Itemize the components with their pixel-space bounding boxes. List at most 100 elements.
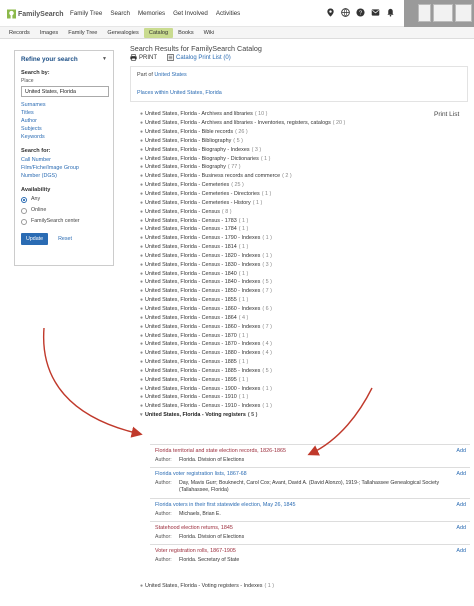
- subject-list-item[interactable]: ● United States, Florida - Census - 1840(…: [140, 269, 430, 278]
- subject-list-item[interactable]: ● United States, Florida - Archives and l…: [140, 119, 430, 128]
- subject-count: ( 1 ): [262, 235, 272, 242]
- subject-list-item[interactable]: ● United States, Florida - Biography( 77 …: [140, 163, 430, 172]
- search-by-surnames-link[interactable]: Surnames: [21, 101, 107, 109]
- subject-count: ( 26 ): [235, 129, 248, 136]
- app-tile[interactable]: [418, 4, 431, 22]
- subject-list-item[interactable]: ● United States, Florida - Census - 1870 …: [140, 340, 430, 349]
- author-label: Author:: [155, 510, 172, 517]
- tab-books[interactable]: Books: [173, 28, 199, 38]
- subject-list-item[interactable]: ● United States, Florida - Census - 1870(…: [140, 331, 430, 340]
- printer-icon: [130, 54, 137, 61]
- familysearch-logo[interactable]: FamilySearch: [7, 8, 64, 20]
- tab-wiki[interactable]: Wiki: [199, 28, 220, 38]
- subject-list-item[interactable]: ● United States, Florida - Census - 1855(…: [140, 296, 430, 305]
- search-by-author-link[interactable]: Author: [21, 117, 107, 125]
- subject-count: ( 5 ): [247, 412, 258, 419]
- subject-list-item[interactable]: ● United States, Florida - Biography - Di…: [140, 154, 430, 163]
- subject-list-item[interactable]: ● United States, Florida - Census - 1885(…: [140, 358, 430, 367]
- subject-list-item[interactable]: ● United States, Florida - Census - 1864(…: [140, 313, 430, 322]
- subject-list-item[interactable]: ● United States, Florida - Census - 1860 …: [140, 322, 430, 331]
- subject-list-item[interactable]: ● United States, Florida - Cemeteries - D…: [140, 190, 430, 199]
- notifications-bell-icon[interactable]: [386, 8, 395, 17]
- subject-count: ( 1 ): [261, 191, 272, 198]
- search-by-subjects-link[interactable]: Subjects: [21, 125, 107, 133]
- add-to-print-list-link[interactable]: Add: [456, 548, 466, 554]
- menu-family-tree[interactable]: Family Tree: [70, 10, 102, 17]
- print-button[interactable]: PRINT: [130, 54, 157, 61]
- subject-list-item[interactable]: ● United States, Florida - Cemeteries( 25…: [140, 181, 430, 190]
- subject-list-item[interactable]: ● United States, Florida - Business recor…: [140, 172, 430, 181]
- number-dgs-link[interactable]: Number (DGS): [21, 172, 107, 180]
- add-to-print-list-link[interactable]: Add: [456, 448, 466, 454]
- places-within-link[interactable]: Places within United States, Florida: [137, 90, 461, 96]
- subject-list-item[interactable]: ● United States, Florida - Census - 1860 …: [140, 305, 430, 314]
- sub-nav: Records Images Family Tree Genealogies C…: [0, 27, 474, 39]
- record-title-link[interactable]: Florida territorial and state election r…: [155, 448, 466, 454]
- subject-list-item[interactable]: ● United States, Florida - Census - 1910(…: [140, 393, 430, 402]
- search-by-titles-link[interactable]: Titles: [21, 109, 107, 117]
- availability-online-radio[interactable]: Online: [21, 205, 107, 216]
- subject-list-item[interactable]: ● United States, Florida - Census - 1840 …: [140, 278, 430, 287]
- catalog-record: Voter registration rolls, 1867-1905 Add Au…: [150, 544, 470, 567]
- subject-count: ( 8 ): [221, 208, 232, 215]
- subject-list-item[interactable]: ● United States, Florida - Census( 8 ): [140, 207, 430, 216]
- app-tile[interactable]: [455, 4, 472, 22]
- subject-list-item[interactable]: ● United States, Florida - Bibliography( …: [140, 137, 430, 146]
- subject-list-item[interactable]: ● United States, Florida - Census - 1783(…: [140, 216, 430, 225]
- messages-icon[interactable]: [371, 8, 380, 17]
- subject-list-item[interactable]: ● United States, Florida - Bible records(…: [140, 128, 430, 137]
- app-tile[interactable]: [433, 4, 453, 22]
- collapse-chevron-icon[interactable]: ▼: [102, 56, 107, 63]
- subject-label: United States, Florida - Census - 1850 -…: [145, 288, 261, 295]
- menu-search[interactable]: Search: [110, 10, 130, 17]
- tab-genealogies[interactable]: Genealogies: [102, 28, 143, 38]
- record-title-link[interactable]: Florida voters in their first statewide …: [155, 502, 466, 508]
- subject-list-item[interactable]: ▾ United States, Florida - Voting registe…: [140, 411, 430, 420]
- record-title-link[interactable]: Statehood election returns, 1845: [155, 525, 466, 531]
- subject-list-item[interactable]: ● United States, Florida - Census - 1900 …: [140, 384, 430, 393]
- update-button[interactable]: Update: [21, 233, 49, 245]
- help-icon[interactable]: ?: [356, 8, 365, 17]
- subject-list-item[interactable]: ● United States, Florida - Cemeteries - H…: [140, 198, 430, 207]
- tab-images[interactable]: Images: [35, 28, 63, 38]
- reset-link[interactable]: Reset: [58, 236, 72, 242]
- subject-list-item[interactable]: ● United States, Florida - Census - 1820 …: [140, 252, 430, 261]
- results-title: Search Results for FamilySearch Catalog: [130, 44, 262, 53]
- refine-search-header[interactable]: Refine your search ▼: [21, 56, 107, 63]
- add-to-print-list-link[interactable]: Add: [456, 525, 466, 531]
- subject-list-item[interactable]: ● United States, Florida - Census - 1880 …: [140, 349, 430, 358]
- record-title-link[interactable]: Florida voter registration lists, 1867-6…: [155, 471, 466, 477]
- subject-label: United States, Florida - Census - 1880 -…: [145, 350, 261, 357]
- subject-list-item[interactable]: ● United States, Florida - Archives and l…: [140, 110, 430, 119]
- menu-memories[interactable]: Memories: [138, 10, 165, 17]
- place-input[interactable]: United States, Florida: [21, 86, 109, 97]
- subject-list-item[interactable]: ● United States, Florida - Census - 1790 …: [140, 234, 430, 243]
- subject-list-item[interactable]: ● United States, Florida - Census - 1895(…: [140, 375, 430, 384]
- tab-catalog[interactable]: Catalog: [143, 27, 174, 38]
- subject-list-item[interactable]: ● United States, Florida - Census - 1910 …: [140, 402, 430, 411]
- availability-any-radio[interactable]: Any: [21, 194, 107, 205]
- subject-list-item[interactable]: ● United States, Florida - Census - 1784(…: [140, 225, 430, 234]
- subject-list-item[interactable]: ● United States, Florida - Census - 1850 …: [140, 287, 430, 296]
- add-to-print-list-link[interactable]: Add: [456, 471, 466, 477]
- tab-records[interactable]: Records: [4, 28, 35, 38]
- subject-list-item[interactable]: ● United States, Florida - Biography - In…: [140, 145, 430, 154]
- search-by-keywords-link[interactable]: Keywords: [21, 133, 107, 141]
- film-fiche-link[interactable]: Film/Fiche/Image Group: [21, 164, 107, 172]
- globe-icon[interactable]: [341, 8, 350, 17]
- location-pin-icon[interactable]: [326, 8, 335, 17]
- list-item[interactable]: ● United States, Florida - Voting regist…: [140, 583, 274, 589]
- catalog-print-list-link[interactable]: Catalog Print List (0): [167, 54, 231, 61]
- tab-family-tree[interactable]: Family Tree: [63, 28, 102, 38]
- add-to-print-list-link[interactable]: Add: [456, 502, 466, 508]
- subject-count: ( 1 ): [252, 199, 263, 206]
- part-of-link[interactable]: United States: [154, 72, 186, 78]
- subject-list-item[interactable]: ● United States, Florida - Census - 1885 …: [140, 366, 430, 375]
- subject-list-item[interactable]: ● United States, Florida - Census - 1830 …: [140, 260, 430, 269]
- subject-list-item[interactable]: ● United States, Florida - Census - 1814(…: [140, 243, 430, 252]
- call-number-link[interactable]: Call Number: [21, 156, 107, 164]
- availability-center-radio[interactable]: FamilySearch center: [21, 216, 107, 227]
- menu-get-involved[interactable]: Get Involved: [173, 10, 208, 17]
- record-title-link[interactable]: Voter registration rolls, 1867-1905: [155, 548, 466, 554]
- menu-activities[interactable]: Activities: [216, 10, 240, 17]
